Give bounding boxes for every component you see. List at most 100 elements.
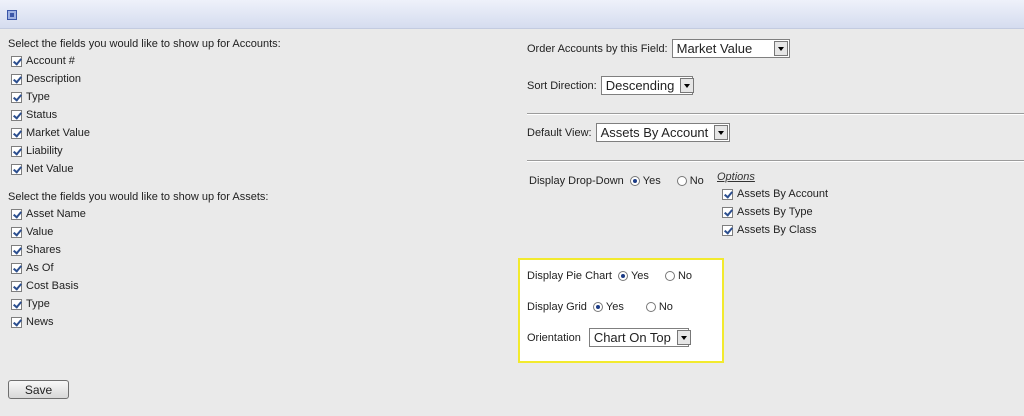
checkbox-label: As Of (26, 262, 54, 274)
orientation-select[interactable]: Chart On Top (588, 328, 691, 347)
asset-field-as-of[interactable]: As Of (11, 259, 86, 277)
radio-selected-icon[interactable] (592, 302, 603, 312)
order-by-label: Order Accounts by this Field: (527, 42, 668, 55)
order-by-row: Order Accounts by this Field: Market Val… (527, 39, 790, 58)
grid-no[interactable]: No (645, 301, 673, 313)
checkbox-checked-icon[interactable] (11, 91, 22, 103)
chevron-down-icon[interactable] (773, 41, 788, 56)
checkbox-label: Assets By Class (737, 224, 817, 236)
save-button[interactable]: Save (8, 380, 69, 399)
checkbox-label: Type (26, 298, 50, 310)
checkbox-checked-icon[interactable] (11, 208, 22, 220)
accounts-heading: Select the fields you would like to show… (8, 38, 281, 50)
option-assets-by-class[interactable]: Assets By Class (722, 221, 828, 239)
option-assets-by-account[interactable]: Assets By Account (722, 185, 828, 203)
radio-unselected-icon[interactable] (676, 176, 687, 186)
divider (527, 113, 1024, 115)
checkbox-label: Net Value (26, 163, 74, 175)
checkbox-label: Status (26, 109, 58, 121)
orientation-value: Chart On Top (593, 330, 671, 345)
asset-field-news[interactable]: News (11, 313, 86, 331)
radio-label: Yes (642, 175, 661, 187)
radio-label: No (677, 270, 692, 282)
assets-field-list: Asset Name Value Shares As Of Cost Basis… (11, 205, 86, 331)
display-dropdown-label: Display Drop-Down (529, 175, 624, 187)
account-field-liability[interactable]: Liability (11, 142, 90, 160)
sort-direction-value: Descending (605, 78, 675, 93)
checkbox-label: Account # (26, 55, 75, 67)
sort-direction-label: Sort Direction: (527, 79, 597, 92)
checkbox-checked-icon[interactable] (11, 109, 22, 121)
radio-selected-icon[interactable] (617, 271, 628, 281)
sort-direction-row: Sort Direction: Descending (527, 76, 695, 95)
chevron-down-icon[interactable] (680, 78, 695, 93)
display-grid-row: Display Grid Yes No (527, 301, 673, 313)
account-field-description[interactable]: Description (11, 70, 90, 88)
chevron-down-icon[interactable] (676, 330, 691, 345)
display-pie-chart-label: Display Pie Chart (527, 270, 612, 282)
asset-field-value[interactable]: Value (11, 223, 86, 241)
checkbox-checked-icon[interactable] (11, 226, 22, 238)
pie-chart-no[interactable]: No (664, 270, 692, 282)
asset-field-asset-name[interactable]: Asset Name (11, 205, 86, 223)
checkbox-checked-icon[interactable] (11, 145, 22, 157)
checkbox-label: Assets By Account (737, 188, 829, 200)
checkbox-label: Type (26, 91, 50, 103)
checkbox-checked-icon[interactable] (722, 206, 733, 218)
radio-label: No (689, 175, 704, 187)
title-bar (0, 0, 1024, 29)
checkbox-label: Asset Name (26, 208, 86, 220)
sort-direction-select[interactable]: Descending (600, 76, 695, 95)
collapse-icon[interactable] (7, 10, 17, 20)
asset-field-shares[interactable]: Shares (11, 241, 86, 259)
checkbox-label: Liability (26, 145, 63, 157)
checkbox-checked-icon[interactable] (11, 262, 22, 274)
checkbox-checked-icon[interactable] (11, 163, 22, 175)
checkbox-checked-icon[interactable] (11, 280, 22, 292)
display-dropdown-row: Display Drop-Down Yes No (529, 175, 704, 187)
checkbox-checked-icon[interactable] (11, 127, 22, 139)
radio-selected-icon[interactable] (629, 176, 640, 186)
account-field-status[interactable]: Status (11, 106, 90, 124)
checkbox-checked-icon[interactable] (722, 224, 733, 236)
checkbox-label: Shares (26, 244, 61, 256)
checkbox-label: Assets By Type (737, 206, 813, 218)
display-dropdown-yes[interactable]: Yes (629, 175, 661, 187)
display-grid-label: Display Grid (527, 301, 587, 313)
default-view-select[interactable]: Assets By Account (595, 123, 730, 142)
checkbox-label: News (26, 316, 54, 328)
order-by-select[interactable]: Market Value (671, 39, 790, 58)
checkbox-checked-icon[interactable] (11, 73, 22, 85)
checkbox-checked-icon[interactable] (11, 55, 22, 67)
checkbox-checked-icon[interactable] (11, 298, 22, 310)
option-assets-by-type[interactable]: Assets By Type (722, 203, 828, 221)
options-list: Assets By Account Assets By Type Assets … (722, 185, 828, 239)
checkbox-label: Value (26, 226, 54, 238)
account-field-net-value[interactable]: Net Value (11, 160, 90, 178)
default-view-label: Default View: (527, 126, 592, 139)
checkbox-checked-icon[interactable] (11, 316, 22, 328)
account-field-market-value[interactable]: Market Value (11, 124, 90, 142)
asset-field-cost-basis[interactable]: Cost Basis (11, 277, 86, 295)
chevron-down-icon[interactable] (714, 125, 729, 140)
grid-yes[interactable]: Yes (592, 301, 624, 313)
default-view-row: Default View: Assets By Account (527, 123, 730, 142)
checkbox-label: Cost Basis (26, 280, 79, 292)
checkbox-checked-icon[interactable] (11, 244, 22, 256)
checkbox-checked-icon[interactable] (722, 188, 733, 200)
orientation-label: Orientation (527, 331, 581, 344)
radio-label: Yes (630, 270, 649, 282)
account-field-account-number[interactable]: Account # (11, 52, 90, 70)
display-dropdown-no[interactable]: No (676, 175, 704, 187)
account-field-type[interactable]: Type (11, 88, 90, 106)
default-view-value: Assets By Account (600, 125, 709, 140)
pie-chart-yes[interactable]: Yes (617, 270, 649, 282)
radio-unselected-icon[interactable] (645, 302, 656, 312)
radio-label: No (658, 301, 673, 313)
asset-field-type[interactable]: Type (11, 295, 86, 313)
order-by-value: Market Value (676, 41, 753, 56)
options-title: Options (717, 171, 755, 183)
radio-unselected-icon[interactable] (664, 271, 675, 281)
radio-label: Yes (605, 301, 624, 313)
accounts-field-list: Account # Description Type Status Market… (11, 52, 90, 178)
